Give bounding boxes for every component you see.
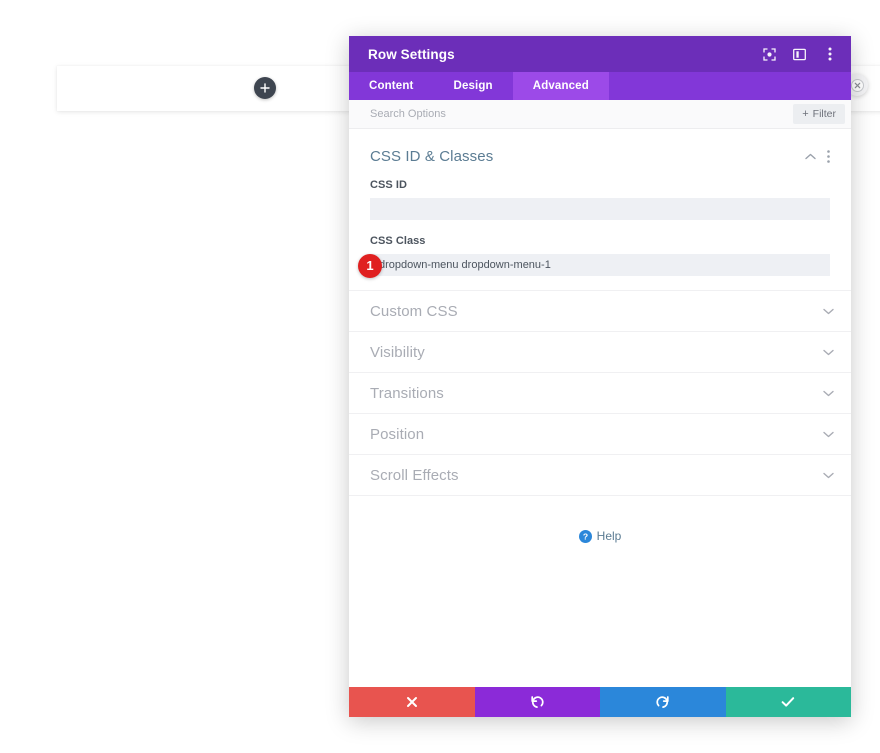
field-label: CSS Class [370,235,426,247]
chevron-down-icon [820,303,836,319]
css-id-input[interactable] [370,198,830,220]
chevron-down-icon [820,426,836,442]
undo-icon [530,695,544,709]
kebab-menu-icon[interactable] [822,47,837,62]
plus-icon [260,83,270,93]
chevron-up-icon[interactable] [802,149,818,165]
modal-footer [349,687,851,717]
tab-bar: Content Design Advanced [349,72,851,100]
help-row: ? Help [349,495,851,543]
layout-toggle-icon[interactable] [792,47,807,62]
close-circle-icon [850,78,864,92]
chevron-down-icon [820,344,836,360]
search-input[interactable] [370,108,794,120]
check-icon [781,696,795,708]
search-bar: + Filter [349,100,851,129]
header-icon-group [762,47,837,62]
field-css-id: CSS ID [349,179,851,220]
section-scroll-effects[interactable]: Scroll Effects [349,454,851,495]
screen: Row Settings Content Design Advanced Sea… [0,0,880,753]
section-position[interactable]: Position [349,413,851,454]
question-circle-icon: ? [578,529,592,543]
section-title: Position [370,425,425,443]
help-label: Help [596,529,622,543]
css-class-input[interactable] [370,254,830,276]
save-button[interactable] [725,687,851,717]
modal-header: Row Settings [349,36,851,72]
redo-icon [656,695,670,709]
section-title: Visibility [370,343,425,361]
x-icon [406,696,418,708]
expand-icon[interactable] [762,47,777,62]
section-title: CSS ID & Classes [370,148,494,165]
section-header[interactable]: CSS ID & Classes [349,129,851,179]
undo-button[interactable] [474,687,600,717]
settings-body: CSS ID & Classes CSS ID CSS Class 1 drop… [349,129,851,687]
section-visibility[interactable]: Visibility [349,331,851,372]
chevron-down-icon [820,385,836,401]
svg-text:?: ? [583,531,588,541]
row-settings-modal: Row Settings Content Design Advanced Sea… [349,36,851,717]
page-title: Row Settings [368,46,455,62]
help-link[interactable]: ? Help [578,529,622,543]
section-title: Custom CSS [370,302,458,320]
kebab-menu-icon[interactable] [820,149,836,165]
add-row-button[interactable] [254,77,276,99]
chevron-down-icon [820,467,836,483]
filter-label: Filter [812,108,836,120]
section-title: Transitions [370,384,444,402]
tab-content[interactable]: Content [349,72,433,100]
field-label: CSS ID [370,179,407,191]
step-badge-1: 1 [358,253,382,278]
tab-design[interactable]: Design [433,72,512,100]
section-transitions[interactable]: Transitions [349,372,851,413]
section-css-id-classes: CSS ID & Classes CSS ID CSS Class 1 drop… [349,129,851,290]
section-title: Scroll Effects [370,466,459,484]
cancel-button[interactable] [349,687,475,717]
tab-advanced[interactable]: Advanced [512,72,609,100]
filter-button[interactable]: + Filter [793,104,845,124]
redo-button[interactable] [600,687,726,717]
field-css-class: CSS Class 1 [349,235,851,278]
plus-icon: + [802,107,809,120]
section-custom-css[interactable]: Custom CSS [349,290,851,331]
